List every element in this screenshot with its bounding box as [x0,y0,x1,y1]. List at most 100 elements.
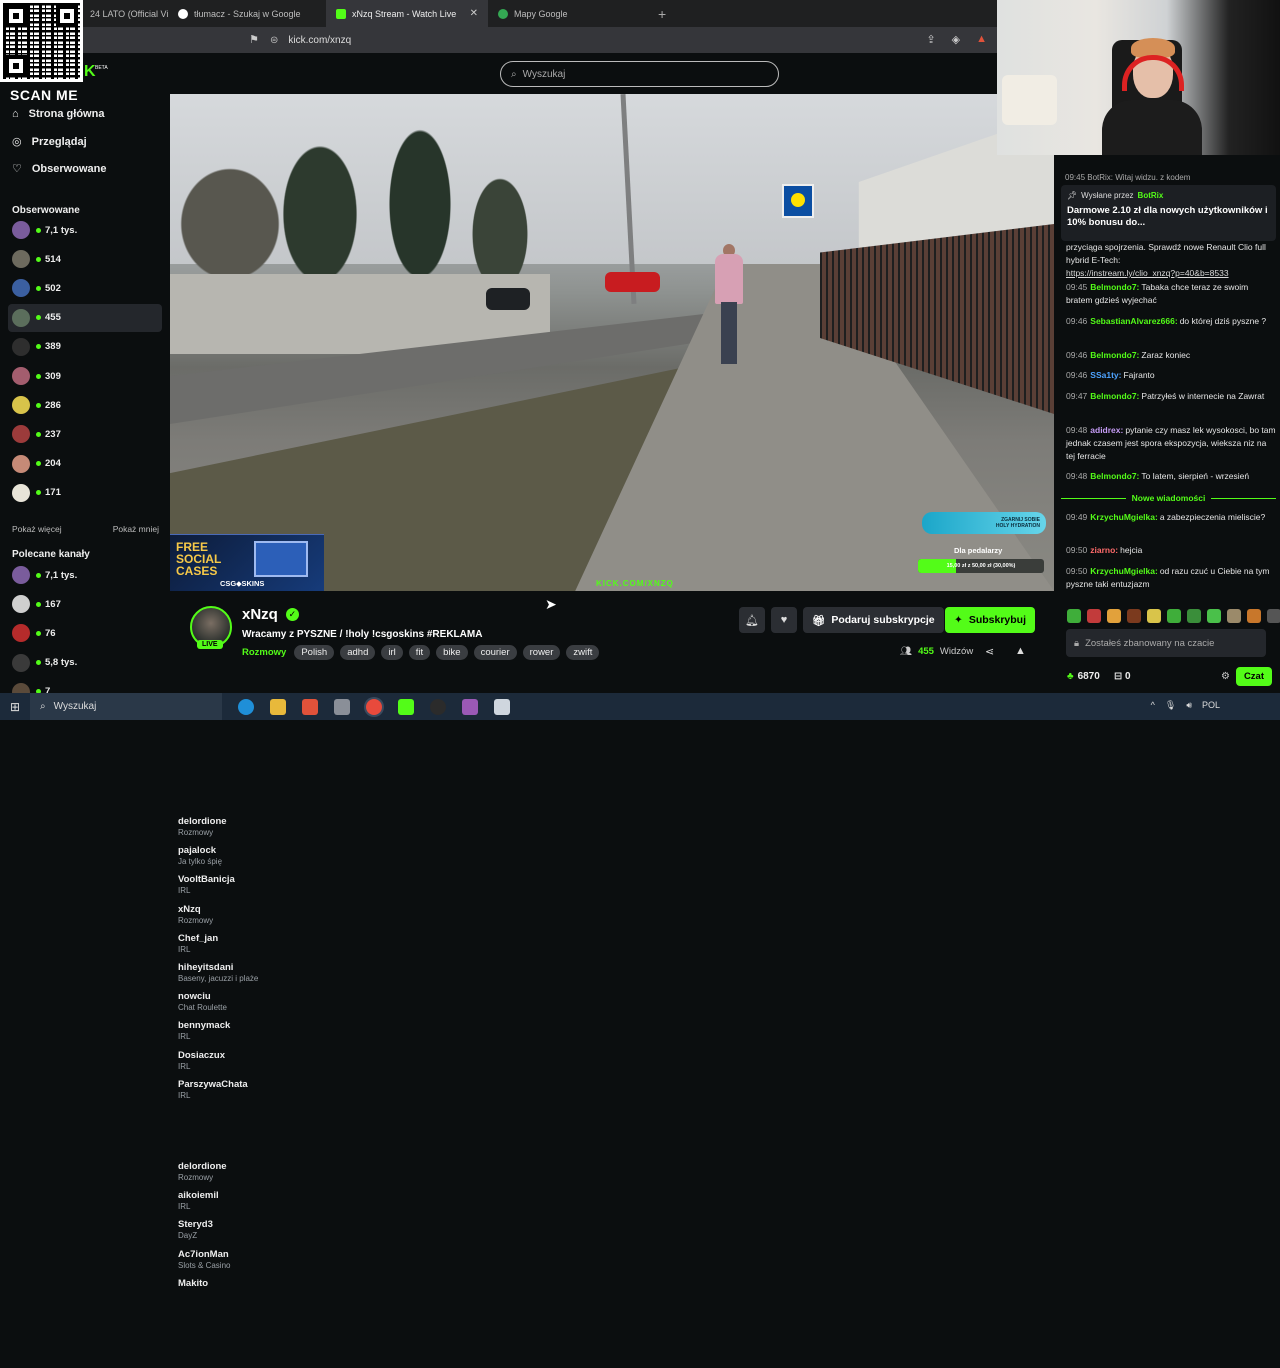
stream-tag[interactable]: adhd [340,645,376,660]
edge-icon[interactable] [238,698,254,715]
brave-icon[interactable] [302,698,318,715]
share-icon[interactable]: ⇪ [926,33,935,46]
emote-icon[interactable] [1187,609,1201,623]
emote-icon[interactable] [1127,609,1141,623]
emote-icon[interactable] [1147,609,1161,623]
chat-send-button[interactable]: Czat [1235,666,1272,686]
show-more-button[interactable]: Pokaż więcej [12,524,62,534]
stream-tag[interactable]: zwift [566,645,600,660]
brave-rewards-icon[interactable]: ▲ [976,33,987,46]
emote-icon[interactable] [1247,609,1261,623]
sidebar-channel-pajalock[interactable]: pajalock Ja tylko śpię 514 [8,245,222,866]
app-icon[interactable] [494,698,510,715]
sidebar-channel-nowciu[interactable]: nowciu Chat Roulette 286 [8,391,227,1012]
chat-username[interactable]: ziarno: [1090,545,1118,555]
chat-link[interactable]: https://instream.ly/clio_xnzq?p=40&b=853… [1066,268,1229,278]
channel-points[interactable]: ♣ 6870 [1067,671,1100,682]
chat-username[interactable]: SSa1ty: [1090,370,1121,380]
gift-subs-button[interactable]: 🎁︎ Podaruj subskrypcje [803,607,944,633]
box-icon: ⊟ [1113,670,1123,682]
chat-username[interactable]: SebastianAlvarez666: [1090,316,1177,326]
sidebar-channel-hiheyitsdani[interactable]: hiheyitsdani Baseny, jacuzzi i plaże 309 [8,362,258,983]
gear-icon[interactable]: ⚙ [1221,671,1230,682]
emote-icon[interactable] [1207,609,1221,623]
emote-icon[interactable] [1167,609,1181,623]
sidebar-channel-delordione[interactable]: delordione Rozmowy 7,1 tys. [8,216,227,837]
follow-button[interactable]: ♥ [771,607,797,633]
stream-tag[interactable]: bike [436,645,468,660]
emote-icon[interactable] [1067,609,1081,623]
chat-input[interactable]: 🔒︎ Zostałeś zbanowany na czacie [1066,629,1266,657]
nav-browse[interactable]: ◎ Przeglądaj [12,135,87,149]
kick-studio-icon[interactable] [398,698,414,715]
channel-name: aikoiemil [178,1190,219,1202]
url-field[interactable]: ⊜ kick.com/xnzq [270,30,990,50]
site-info-icon[interactable]: ⊜ [270,35,278,46]
notification-button[interactable]: 🔔︎ [739,607,765,633]
heart-icon: ♥ [780,614,788,626]
taskbar-search[interactable]: ⌕ Wyszukaj [30,693,222,720]
stream-tag[interactable]: Polish [294,645,335,660]
sidebar-channel-aikoiemil[interactable]: aikoiemil IRL 167 [8,590,219,1211]
chat-username[interactable]: Belmondo7: [1090,471,1139,481]
category-link[interactable]: Rozmowy [242,647,286,658]
stream-tag[interactable]: rower [522,645,561,660]
pinned-message[interactable]: 📌︎ Wysłane przez BotRix Darmowe 2.10 zł … [1061,185,1276,241]
sidebar-channel-ac7ionman[interactable]: Ac7ionMan Slots & Casino 5,8 tys. [8,649,230,1270]
sidebar-channel-chef_jan[interactable]: Chef_jan IRL 389 [8,333,218,954]
browser-tab[interactable]: tłumacz - Szukaj w Google [168,0,326,27]
stream-tag[interactable]: fit [408,645,431,660]
gift-box-count[interactable]: ⊟ 0 [1114,671,1131,682]
browser-tab[interactable]: Mapy Google [488,0,648,27]
sidebar-channel-steryd3[interactable]: Steryd3 DayZ 76 [8,619,213,1240]
channel-category: Chat Roulette [178,1003,227,1013]
kick-logo[interactable]: K [84,63,96,81]
compass-icon: ◎ [12,136,22,148]
app-icon[interactable] [462,698,478,715]
share-icon[interactable]: ⋖ [985,645,994,658]
volume-icon[interactable]: 🔊︎ [1186,700,1192,711]
close-tab-icon[interactable]: ✕ [470,8,478,19]
sidebar-channel-parszywachata[interactable]: ParszywaChata IRL 171 [8,479,248,1100]
sidebar-channel-vooltbanicja[interactable]: VooltBanicja IRL 502 [8,274,235,895]
stream-tag[interactable]: irl [381,645,403,660]
browser-tab-active[interactable]: xNzq Stream - Watch Live on Kic ✕ [326,0,488,27]
report-icon[interactable]: ▲ [1015,645,1026,657]
nav-home[interactable]: ⌂ Strona główna [12,108,104,120]
new-messages-divider[interactable]: Nowe wiadomości [1061,493,1276,503]
sidebar-channel-delordione[interactable]: delordione Rozmowy 7,1 tys. [8,561,227,1182]
chevron-up-icon[interactable]: ^ [1151,700,1155,711]
brave-shield-icon[interactable]: ◈ [952,33,960,46]
emote-icon[interactable] [1227,609,1241,623]
show-less-button[interactable]: Pokaż mniej [113,524,159,534]
chat-username[interactable]: Belmondo7: [1090,282,1139,292]
stream-tag[interactable]: courier [473,645,517,660]
new-tab-button[interactable]: + [648,6,676,22]
search-input[interactable]: ⌕ Wyszukaj [500,61,779,87]
emote-icon[interactable] [1087,609,1101,623]
obs-icon[interactable] [430,698,446,715]
streamer-name[interactable]: xNzq ✓ [242,606,299,623]
sidebar-channel-bennymack[interactable]: bennymack IRL 237 [8,420,230,1041]
microphone-icon[interactable]: 🎙︎ [1165,700,1176,711]
nav-following[interactable]: ♡ Obserwowane [12,162,106,176]
chat-username[interactable]: adidrex: [1090,425,1123,435]
subscribe-button[interactable]: ✦ Subskrybuj [945,607,1035,633]
sidebar-channel-xnzq[interactable]: xNzq Rozmowy 455 [8,303,213,925]
chrome-icon[interactable] [366,698,382,715]
language-indicator[interactable]: POL [1202,700,1220,711]
chat-username[interactable]: KrzychuMgielka: [1090,512,1158,522]
channel-category: Slots & Casino [178,1260,231,1270]
chat-username[interactable]: Belmondo7: [1090,350,1139,360]
bookmark-icon[interactable]: ⚑ [249,33,259,46]
app-icon[interactable] [334,698,350,715]
browser-tab[interactable]: 24 LATO (Official Vide [80,0,168,27]
emote-icon[interactable] [1267,609,1280,623]
windows-start-icon[interactable]: ⊞ [0,700,30,714]
file-explorer-icon[interactable] [270,698,286,715]
sidebar-channel-dosiaczux[interactable]: Dosiaczux IRL 204 [8,450,225,1071]
chat-username[interactable]: Belmondo7: [1090,391,1139,401]
video-player[interactable]: FREE SOCIAL CASES CSG⬥SKINS KICK.COM/XNZ… [170,94,1054,591]
chat-username[interactable]: KrzychuMgielka: [1090,566,1158,576]
emote-icon[interactable] [1107,609,1121,623]
